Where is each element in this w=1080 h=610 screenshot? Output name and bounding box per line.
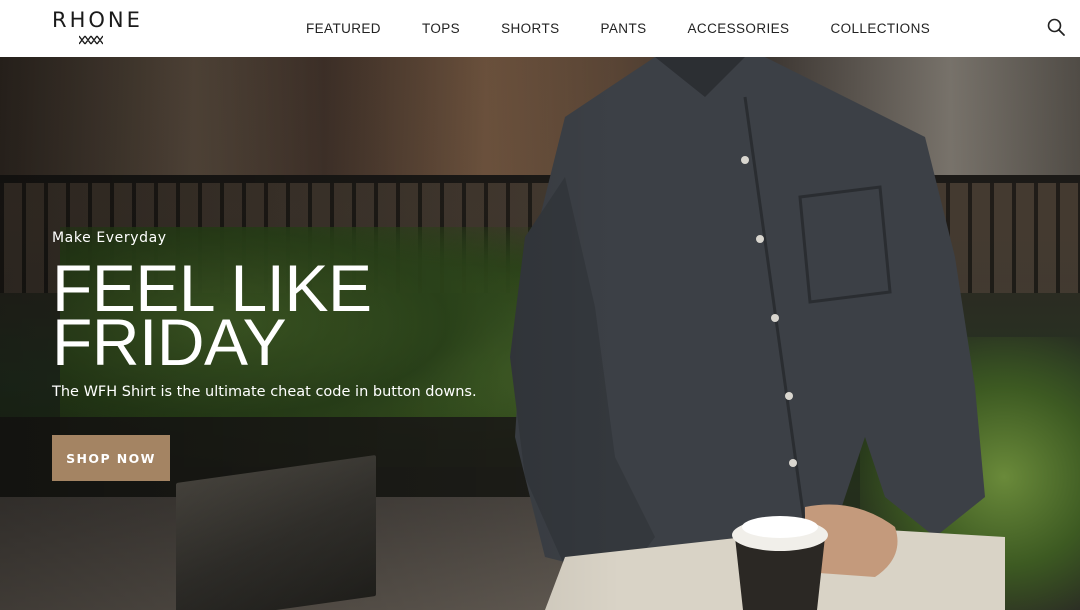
nav-item-shorts[interactable]: SHORTS	[501, 21, 559, 36]
brand-name: RHONE	[52, 8, 143, 32]
shop-now-button[interactable]: SHOP NOW	[52, 435, 170, 481]
search-button[interactable]	[1046, 17, 1066, 37]
main-nav: FEATURED TOPS SHORTS PANTS ACCESSORIES C…	[306, 0, 971, 57]
nav-item-pants[interactable]: PANTS	[601, 21, 647, 36]
hero-eyebrow: Make Everyday	[52, 230, 167, 246]
nav-item-accessories[interactable]: ACCESSORIES	[688, 21, 790, 36]
nav-item-collections[interactable]: COLLECTIONS	[830, 21, 930, 36]
logo-mark-icon	[79, 35, 103, 45]
hero-headline: FEEL LIKE FRIDAY	[52, 255, 532, 375]
nav-item-featured[interactable]: FEATURED	[306, 21, 381, 36]
search-icon	[1047, 18, 1065, 36]
hero-banner: Make Everyday FEEL LIKE FRIDAY The WFH S…	[0, 57, 1080, 610]
nav-item-tops[interactable]: TOPS	[422, 21, 460, 36]
hero-subhead: The WFH Shirt is the ultimate cheat code…	[52, 384, 477, 400]
site-header: RHONE FEATURED TOPS SHORTS PANTS ACCESSO…	[0, 0, 1080, 57]
brand-logo[interactable]: RHONE	[52, 8, 143, 48]
hero-content: Make Everyday FEEL LIKE FRIDAY The WFH S…	[52, 229, 532, 401]
